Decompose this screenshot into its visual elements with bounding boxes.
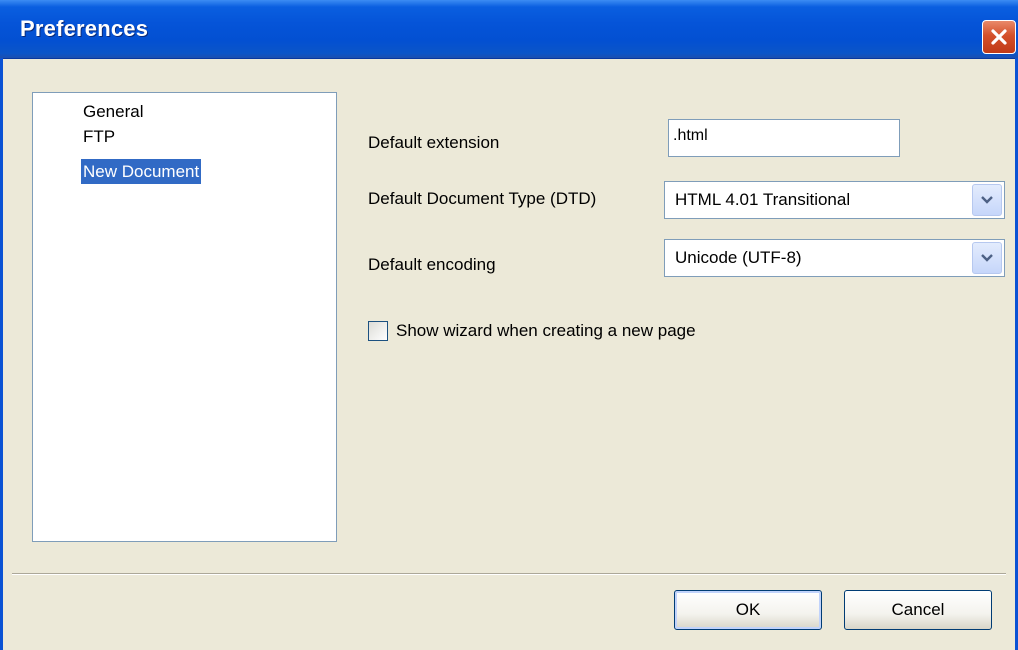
category-tree[interactable]: General FTP New Document: [32, 92, 337, 542]
tree-item-new-document[interactable]: New Document: [81, 159, 202, 184]
footer-divider: [12, 573, 1006, 575]
default-dtd-value: HTML 4.01 Transitional: [675, 190, 851, 209]
default-encoding-select[interactable]: Unicode (UTF-8): [664, 239, 1005, 277]
dtd-dropdown-button[interactable]: [972, 184, 1002, 216]
tree-item-general[interactable]: General: [81, 99, 145, 124]
show-wizard-checkbox[interactable]: [368, 321, 388, 341]
tree-item-ftp[interactable]: FTP: [81, 124, 117, 149]
default-extension-label: Default extension: [368, 133, 500, 152]
default-encoding-label: Default encoding: [368, 255, 496, 274]
close-button[interactable]: [982, 20, 1016, 54]
preferences-dialog: Preferences General FTP New Document Def…: [0, 0, 1018, 650]
show-wizard-label[interactable]: Show wizard when creating a new page: [396, 321, 696, 341]
chevron-down-icon: [981, 254, 993, 262]
cancel-button[interactable]: Cancel: [844, 590, 992, 630]
show-wizard-option[interactable]: Show wizard when creating a new page: [368, 318, 696, 344]
default-dtd-label: Default Document Type (DTD): [368, 189, 597, 208]
window-title: Preferences: [20, 16, 149, 41]
encoding-dropdown-button[interactable]: [972, 242, 1002, 274]
chevron-down-icon: [981, 196, 993, 204]
ok-button[interactable]: OK: [674, 590, 822, 630]
default-dtd-select[interactable]: HTML 4.01 Transitional: [664, 181, 1005, 219]
close-icon: [991, 29, 1007, 45]
default-encoding-value: Unicode (UTF-8): [675, 248, 802, 267]
default-extension-input[interactable]: .html: [668, 119, 900, 157]
title-bar[interactable]: Preferences: [0, 0, 1018, 59]
